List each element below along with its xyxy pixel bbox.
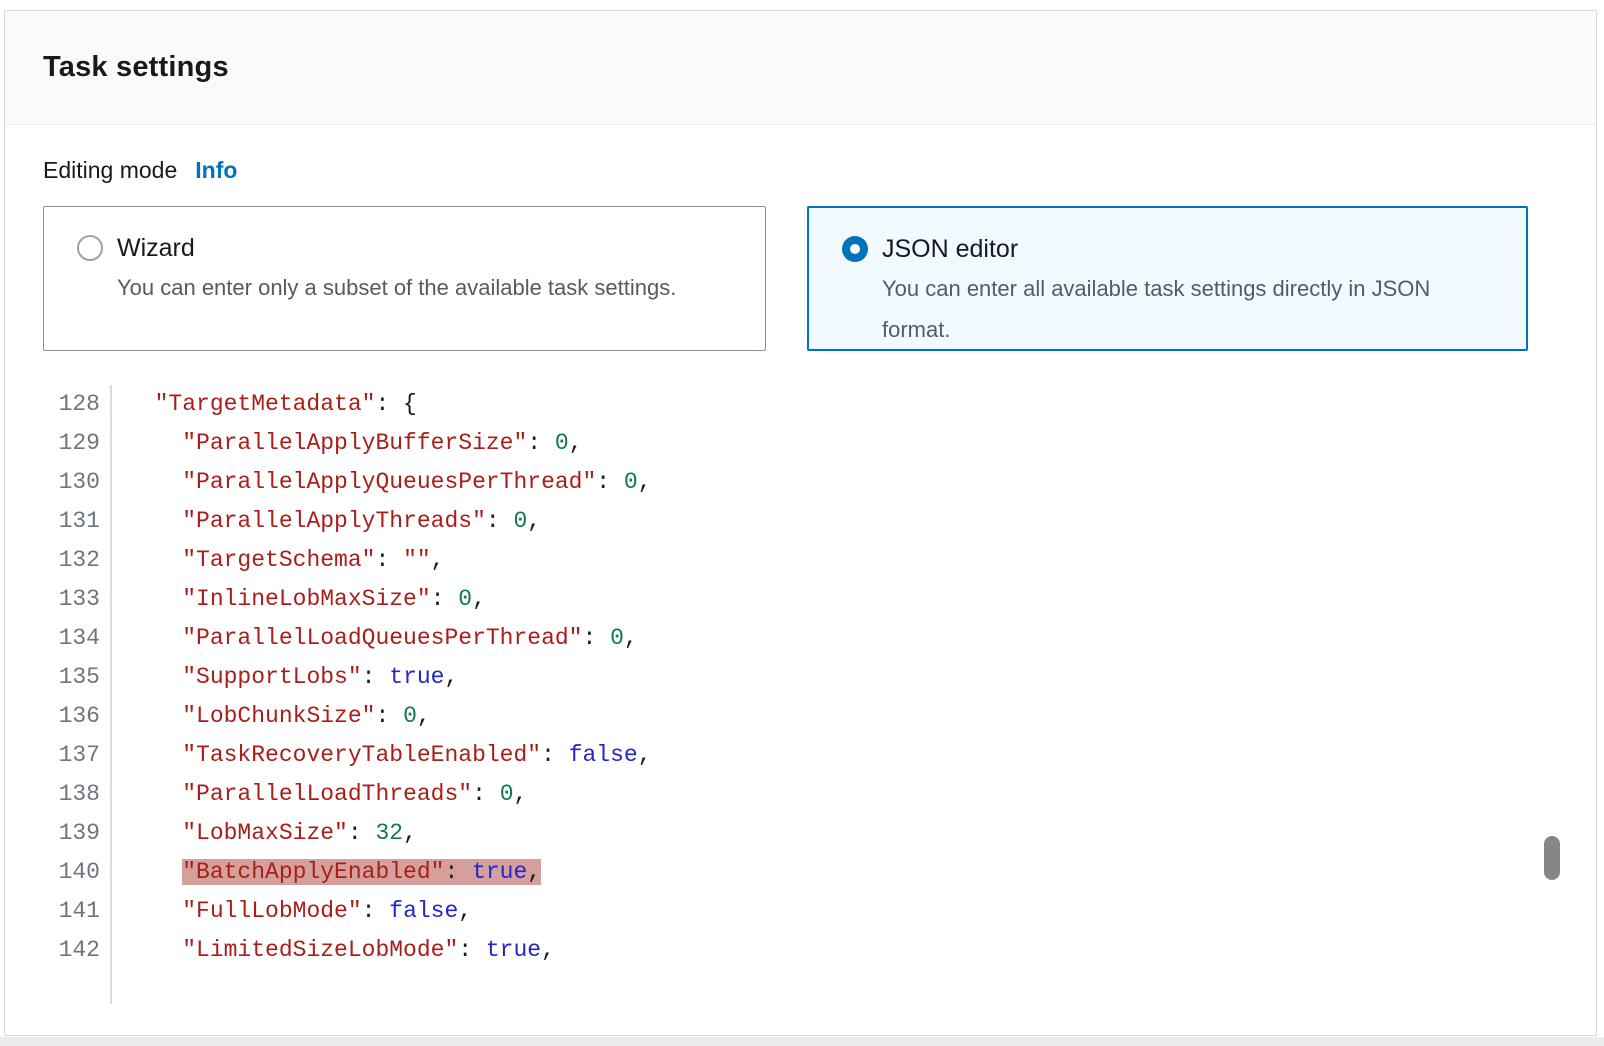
wizard-radio-icon[interactable] [77,235,103,261]
code-line: 141 "FullLobMode": false, [5,892,1540,931]
code-line: 134 "ParallelLoadQueuesPerThread": 0, [5,619,1540,658]
code-line: 132 "TargetSchema": "", [5,541,1540,580]
line-number: 134 [5,619,112,658]
line-number: 130 [5,463,112,502]
code-text: "TargetMetadata": { [112,385,417,424]
code-lines: 128 "TargetMetadata": {129 "ParallelAppl… [5,385,1540,970]
code-line: 142 "LimitedSizeLobMode": true, [5,931,1540,970]
code-line: 136 "LobChunkSize": 0, [5,697,1540,736]
code-text: "ParallelLoadQueuesPerThread": 0, [112,619,638,658]
code-line-filler [5,970,1540,1004]
json-editor-radio-icon[interactable] [842,236,868,262]
line-number: 138 [5,775,112,814]
json-editor-option-tile[interactable]: JSON editor You can enter all available … [807,206,1528,351]
line-number: 141 [5,892,112,931]
wizard-option-content: Wizard You can enter only a subset of th… [117,231,676,350]
line-number: 139 [5,814,112,853]
code-line: 129 "ParallelApplyBufferSize": 0, [5,424,1540,463]
code-text: "ParallelApplyBufferSize": 0, [112,424,583,463]
code-line: 139 "LobMaxSize": 32, [5,814,1540,853]
code-line: 133 "InlineLobMaxSize": 0, [5,580,1540,619]
code-text: "ParallelApplyQueuesPerThread": 0, [112,463,652,502]
line-number: 129 [5,424,112,463]
line-number: 133 [5,580,112,619]
code-text: "LimitedSizeLobMode": true, [112,931,555,970]
wizard-option-description: You can enter only a subset of the avail… [117,267,676,308]
code-text: "LobChunkSize": 0, [112,697,431,736]
code-line: 137 "TaskRecoveryTableEnabled": false, [5,736,1540,775]
code-line: 130 "ParallelApplyQueuesPerThread": 0, [5,463,1540,502]
line-number: 142 [5,931,112,970]
wizard-option-title: Wizard [117,231,676,265]
code-text: "LobMaxSize": 32, [112,814,417,853]
json-editor-option-content: JSON editor You can enter all available … [882,232,1490,349]
code-text: "ParallelApplyThreads": 0, [112,502,541,541]
code-line: 131 "ParallelApplyThreads": 0, [5,502,1540,541]
code-line: 140 "BatchApplyEnabled": true, [5,853,1540,892]
code-text: "TaskRecoveryTableEnabled": false, [112,736,652,775]
line-number: 135 [5,658,112,697]
editing-mode-row: Editing mode Info [43,157,237,184]
json-editor-option-description: You can enter all available task setting… [882,268,1490,350]
code-line: 135 "SupportLobs": true, [5,658,1540,697]
code-text: "BatchApplyEnabled": true, [112,853,541,892]
code-text: "FullLobMode": false, [112,892,472,931]
line-number: 131 [5,502,112,541]
code-line: 138 "ParallelLoadThreads": 0, [5,775,1540,814]
editing-mode-label: Editing mode [43,157,177,184]
editing-mode-tiles: Wizard You can enter only a subset of th… [43,206,1528,351]
code-line: 128 "TargetMetadata": { [5,385,1540,424]
code-text: "TargetSchema": "", [112,541,444,580]
code-text: "InlineLobMaxSize": 0, [112,580,486,619]
page-title: Task settings [43,51,229,84]
line-number: 136 [5,697,112,736]
panel-header: Task settings [5,11,1596,125]
vertical-scrollbar-thumb[interactable] [1544,836,1560,880]
code-text: "SupportLobs": true, [112,658,458,697]
json-code-editor[interactable]: 128 "TargetMetadata": {129 "ParallelAppl… [5,385,1540,1004]
line-number: 140 [5,853,112,892]
line-number: 128 [5,385,112,424]
page-background-strip [0,1037,1604,1046]
info-link[interactable]: Info [195,157,237,184]
line-number: 137 [5,736,112,775]
task-settings-panel: Task settings Editing mode Info Wizard Y… [4,10,1597,1036]
gutter-filler [5,970,112,1004]
wizard-option-tile[interactable]: Wizard You can enter only a subset of th… [43,206,766,351]
code-text: "ParallelLoadThreads": 0, [112,775,527,814]
json-editor-option-title: JSON editor [882,232,1490,266]
line-number: 132 [5,541,112,580]
